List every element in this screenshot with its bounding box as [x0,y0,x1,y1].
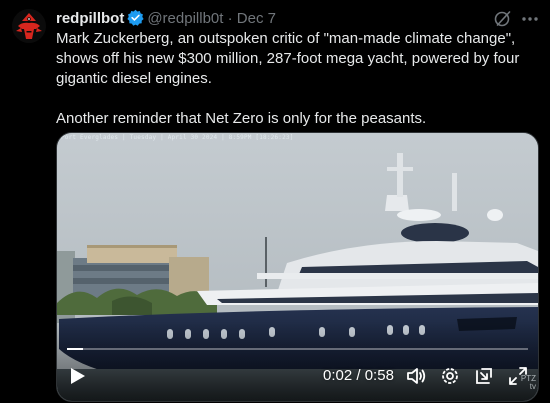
settings-gear-icon[interactable] [439,365,461,387]
video-progress-fill [67,348,84,350]
tweet-header: redpillbot @redpillb0t · Dec 7 [56,9,550,29]
play-icon[interactable] [67,366,87,386]
video-time-display: 0:02 / 0:58 [323,367,394,384]
volume-icon[interactable] [405,365,427,387]
display-name[interactable]: redpillbot [56,10,124,27]
avatar[interactable] [12,9,46,43]
separator-dot: · [227,10,233,27]
video-overlay-timestamp: Port Everglades | Tuesday | April 30 202… [61,134,294,141]
post-date[interactable]: Dec 7 [237,10,276,27]
grok-icon[interactable] [493,9,513,29]
tweet-paragraph: Mark Zuckerberg, an outspoken critic of … [56,30,520,87]
video-duration: 0:58 [364,367,394,384]
video-progress-bar[interactable] [67,348,528,350]
current-time: 0:02 [323,367,353,384]
fullscreen-icon[interactable] [507,365,529,387]
picture-in-picture-icon[interactable] [473,365,495,387]
tweet-text: Mark Zuckerberg, an outspoken critic of … [56,29,536,129]
tweet-paragraph: Another reminder that Net Zero is only f… [56,110,427,127]
video-player[interactable]: Port Everglades | Tuesday | April 30 202… [56,132,539,402]
more-options-icon[interactable] [519,9,541,29]
video-controls: 0:02 / 0:58 [57,359,538,393]
time-separator: / [356,367,361,384]
user-handle[interactable]: @redpillb0t [147,10,223,27]
redpill-logo-icon [12,9,46,43]
